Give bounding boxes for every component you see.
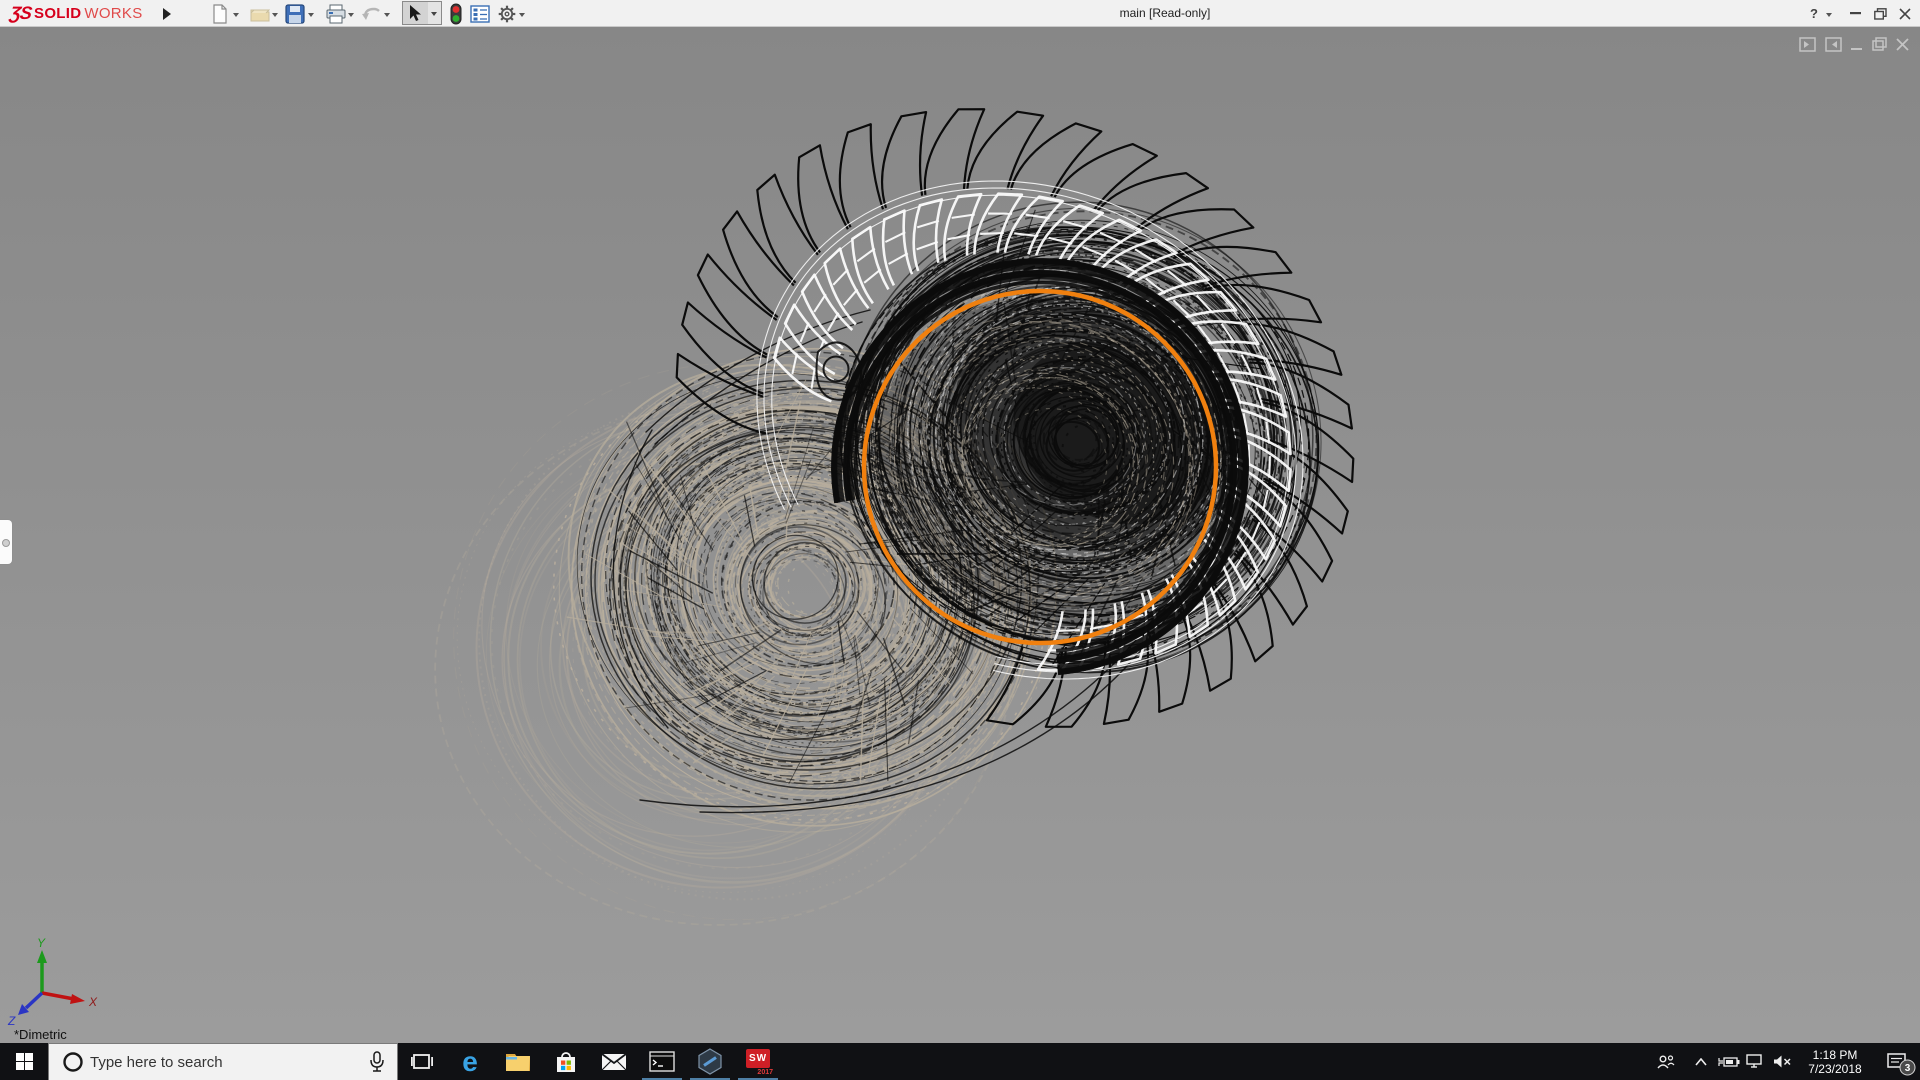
- edge-icon: e: [462, 1045, 478, 1077]
- edge-button[interactable]: e: [446, 1043, 494, 1080]
- engine-wireframe-model: [434, 108, 1355, 926]
- open-dropdown[interactable]: [270, 10, 280, 18]
- gear-icon: [498, 5, 516, 22]
- pane-left-icon[interactable]: [1799, 37, 1816, 52]
- store-button[interactable]: [542, 1043, 590, 1080]
- clock-time: 1:18 PM: [1812, 1047, 1858, 1062]
- notification-badge: 3: [1899, 1059, 1916, 1076]
- people-button[interactable]: [1646, 1043, 1686, 1080]
- open-button[interactable]: [249, 3, 271, 24]
- minimize-button[interactable]: [1843, 0, 1867, 27]
- traffic-light-icon: [450, 3, 462, 24]
- save-dropdown[interactable]: [306, 10, 316, 18]
- close-document-icon[interactable]: [1896, 37, 1910, 52]
- task-view-icon: [411, 1053, 433, 1069]
- clock[interactable]: 1:18 PM 7/23/2018: [1796, 1048, 1874, 1076]
- undo-button[interactable]: [360, 3, 382, 24]
- print-button[interactable]: [325, 3, 347, 24]
- store-icon: [557, 1051, 575, 1072]
- print-icon: [326, 4, 346, 23]
- window-title: main [Read-only]: [1119, 6, 1211, 20]
- battery-button[interactable]: [1716, 1043, 1742, 1080]
- open-folder-icon: [250, 9, 270, 21]
- select-tool-button[interactable]: [402, 1, 429, 25]
- file-explorer-button[interactable]: [494, 1043, 542, 1080]
- help-button[interactable]: ?: [1802, 0, 1826, 27]
- title-bar: ƷS SOLID WORKS main [Read-only] ?: [0, 0, 1920, 27]
- solidworks-logo: ƷS SOLID WORKS: [8, 3, 143, 23]
- save-floppy-icon: [285, 3, 305, 24]
- graphics-viewport[interactable]: Y X Z *Dimetric: [0, 27, 1920, 1043]
- cortana-icon: [63, 1052, 83, 1072]
- chevron-up-icon: [1695, 1057, 1707, 1066]
- document-window-controls: [1799, 37, 1910, 52]
- triad-y-label: Y: [37, 936, 46, 950]
- undo-arrow-icon: [362, 7, 380, 20]
- solidworks-2017-icon: SW 2017: [745, 1048, 773, 1076]
- network-icon: [1746, 1054, 1762, 1068]
- new-document-dropdown[interactable]: [231, 10, 241, 18]
- new-document-icon: [213, 3, 227, 24]
- minimize-icon: [1849, 12, 1861, 15]
- close-button[interactable]: [1893, 0, 1917, 27]
- command-prompt-icon: [649, 1051, 675, 1072]
- close-icon: [1899, 7, 1911, 20]
- interference-check-button[interactable]: [445, 3, 467, 24]
- clock-date: 7/23/2018: [1808, 1061, 1862, 1076]
- cursor-arrow-icon: [410, 4, 421, 21]
- taskbar-app-icons: e SW 2017: [398, 1043, 782, 1080]
- people-icon: [1657, 1054, 1675, 1068]
- volume-button[interactable]: [1768, 1043, 1796, 1080]
- volume-muted-icon: [1773, 1055, 1791, 1068]
- edrawings-button[interactable]: [686, 1043, 734, 1080]
- options-button[interactable]: [495, 3, 517, 24]
- print-dropdown[interactable]: [346, 10, 356, 18]
- triad-x-label: X: [88, 995, 98, 1009]
- action-center-button[interactable]: 3: [1874, 1043, 1920, 1080]
- windows-logo-icon: [15, 1053, 33, 1070]
- mail-icon: [601, 1052, 627, 1070]
- task-view-button[interactable]: [398, 1043, 446, 1080]
- svg-text:3: 3: [1905, 1063, 1911, 1074]
- options-dropdown[interactable]: [517, 10, 527, 18]
- view-orientation-label: *Dimetric: [14, 1027, 67, 1042]
- solidworks-logo-mark: ƷS: [8, 3, 33, 23]
- network-button[interactable]: [1742, 1043, 1768, 1080]
- triad-z-label: Z: [7, 1014, 16, 1027]
- new-document-button[interactable]: [209, 3, 231, 24]
- restore-icon: [1873, 7, 1887, 20]
- file-explorer-icon: [506, 1054, 530, 1071]
- pane-right-icon[interactable]: [1825, 37, 1842, 52]
- windows-taskbar: e SW 2017: [0, 1043, 1920, 1080]
- featuremanager-collapsed-tab[interactable]: [0, 519, 13, 565]
- battery-charging-icon: [1718, 1056, 1740, 1067]
- mail-button[interactable]: [590, 1043, 638, 1080]
- orientation-triad: Y X Z: [7, 936, 98, 1027]
- select-tool-dropdown[interactable]: [428, 1, 442, 25]
- show-hidden-icons-button[interactable]: [1686, 1043, 1716, 1080]
- featuremanager-tab-dot-icon: [2, 539, 10, 547]
- save-button[interactable]: [284, 3, 306, 24]
- microphone-icon[interactable]: [369, 1051, 385, 1073]
- start-button[interactable]: [0, 1043, 48, 1080]
- restore-document-icon[interactable]: [1872, 37, 1887, 52]
- app-window: { "titlebar": { "brand": {"mark": "ƷS", …: [0, 0, 1920, 1080]
- help-dropdown[interactable]: [1824, 10, 1834, 18]
- taskbar-search[interactable]: [48, 1043, 398, 1080]
- system-tray: 1:18 PM 7/23/2018 3: [1646, 1043, 1920, 1080]
- search-input[interactable]: [84, 1053, 369, 1071]
- command-prompt-button[interactable]: [638, 1043, 686, 1080]
- undo-dropdown[interactable]: [382, 10, 392, 18]
- menu-flyout-arrow-icon[interactable]: [160, 6, 174, 22]
- display-settings-button[interactable]: [469, 3, 491, 24]
- solidworks-2017-button[interactable]: SW 2017: [734, 1043, 782, 1080]
- restore-button[interactable]: [1868, 0, 1892, 27]
- hexagon-app-icon: [698, 1048, 722, 1075]
- minimize-document-icon[interactable]: [1851, 37, 1863, 52]
- display-pane-icon: [470, 4, 490, 23]
